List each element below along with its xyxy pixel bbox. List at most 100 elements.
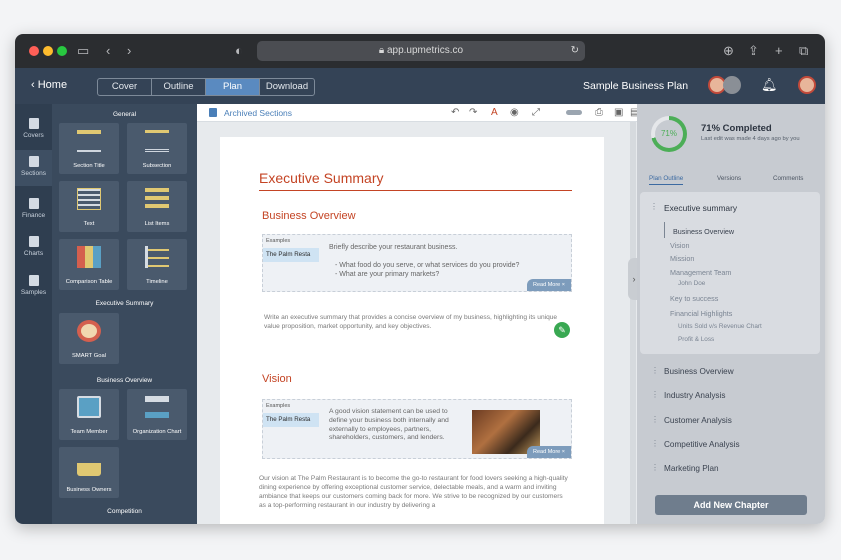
drag-handle-icon[interactable]: ⋮ bbox=[650, 202, 658, 211]
example-prompt: A good vision statement can be used to d… bbox=[329, 408, 449, 442]
outline-item[interactable]: Financial Highlights bbox=[670, 309, 732, 318]
example-name[interactable]: The Palm Resta bbox=[263, 413, 319, 427]
save-icon[interactable]: ▣ bbox=[614, 104, 623, 122]
outline-item[interactable]: Mission bbox=[670, 254, 694, 263]
chapter-marketing-plan[interactable]: Marketing Plan bbox=[664, 464, 719, 473]
tile-subsection[interactable]: Subsection bbox=[127, 123, 187, 174]
tab-download[interactable]: Download bbox=[260, 79, 314, 95]
tile-label: List Items bbox=[144, 221, 170, 227]
tab-versions[interactable]: Versions bbox=[717, 175, 741, 182]
chapter-industry-analysis[interactable]: Industry Analysis bbox=[664, 391, 725, 400]
drag-handle-icon[interactable]: ⋮ bbox=[651, 463, 659, 472]
back-icon[interactable]: ‹ bbox=[106, 42, 110, 60]
read-more-button[interactable]: Read More × bbox=[527, 279, 571, 291]
redo-icon[interactable]: ↷ bbox=[469, 104, 477, 122]
maximize-window-button[interactable] bbox=[57, 46, 67, 56]
example-bullet: - What are your primary markets? bbox=[335, 271, 440, 278]
address-bar[interactable]: 🔒︎ app.upmetrics.co ↻ bbox=[257, 41, 585, 61]
tile-text[interactable]: Text bbox=[59, 181, 119, 232]
add-collaborator-icon[interactable] bbox=[723, 76, 741, 94]
rail-item-charts[interactable]: Charts bbox=[15, 232, 52, 264]
tab-outline[interactable]: Outline bbox=[152, 79, 206, 95]
outline-chapter-title[interactable]: Executive summary bbox=[664, 203, 737, 213]
print-icon[interactable]: ⎙ bbox=[595, 104, 603, 122]
download-icon[interactable]: ⊕ bbox=[723, 42, 734, 60]
tile-timeline[interactable]: Timeline bbox=[127, 239, 187, 290]
ai-assist-icon[interactable]: ✎ bbox=[554, 322, 570, 338]
subsection-heading-vision[interactable]: Vision bbox=[262, 373, 292, 385]
fullscreen-icon[interactable]: ⤢ bbox=[532, 104, 540, 122]
rail-item-samples[interactable]: Samples bbox=[15, 271, 52, 303]
reload-icon[interactable]: ↻ bbox=[571, 41, 579, 61]
outline-subitem[interactable]: Profit & Loss bbox=[678, 336, 714, 343]
tab-plan-outline[interactable]: Plan Outline bbox=[649, 175, 684, 185]
left-rail: Covers Sections Finance Charts Samples bbox=[15, 104, 52, 524]
tab-plan[interactable]: Plan bbox=[206, 79, 260, 95]
palette-group-general: General bbox=[112, 111, 137, 118]
tile-list-items[interactable]: List Items bbox=[127, 181, 187, 232]
overview-body-text[interactable]: Write an executive summary that provides… bbox=[264, 313, 564, 331]
outline-item[interactable]: Management Team bbox=[670, 268, 731, 277]
archive-icon bbox=[209, 108, 217, 117]
tile-section-title[interactable]: Section Title bbox=[59, 123, 119, 174]
text-icon bbox=[77, 188, 101, 210]
outline-item[interactable]: Vision bbox=[670, 241, 689, 250]
rail-item-covers[interactable]: Covers bbox=[15, 114, 52, 146]
text-color-icon[interactable]: A bbox=[491, 104, 498, 122]
rail-label: Charts bbox=[23, 250, 44, 257]
minimize-window-button[interactable] bbox=[43, 46, 53, 56]
rail-label: Covers bbox=[23, 132, 44, 139]
target-icon bbox=[77, 320, 101, 342]
chapter-customer-analysis[interactable]: Customer Analysis bbox=[664, 416, 732, 425]
drag-handle-icon[interactable]: ⋮ bbox=[651, 439, 659, 448]
rail-item-finance[interactable]: Finance bbox=[15, 194, 52, 226]
drag-handle-icon[interactable]: ⋮ bbox=[651, 415, 659, 424]
vision-body-text[interactable]: Our vision at The Palm Restaurant is to … bbox=[259, 474, 571, 516]
read-more-button[interactable]: Read More × bbox=[527, 446, 571, 458]
outline-item[interactable]: Business Overview bbox=[673, 227, 734, 236]
add-new-chapter-button[interactable]: Add New Chapter bbox=[655, 495, 807, 515]
chapter-business-overview[interactable]: Business Overview bbox=[664, 367, 734, 376]
archived-sections-link[interactable]: Archived Sections bbox=[224, 108, 292, 118]
shield-icon[interactable]: ◐ bbox=[235, 42, 243, 60]
document-scrollbar[interactable] bbox=[630, 122, 636, 524]
new-tab-icon[interactable]: + bbox=[775, 42, 783, 60]
example-name[interactable]: The Palm Resta bbox=[263, 248, 319, 262]
outline-subitem[interactable]: Units Sold v/s Revenue Chart bbox=[678, 323, 762, 330]
chapter-competitive-analysis[interactable]: Competitive Analysis bbox=[664, 440, 740, 449]
tile-label: Business Owners bbox=[66, 487, 112, 493]
share-icon[interactable]: ⇪ bbox=[748, 42, 759, 60]
drag-handle-icon[interactable]: ⋮ bbox=[651, 390, 659, 399]
tile-label: SMART Goal bbox=[72, 353, 106, 359]
rail-item-sections[interactable]: Sections bbox=[15, 150, 52, 186]
undo-icon[interactable]: ↶ bbox=[451, 104, 459, 122]
tile-smart-goal[interactable]: SMART Goal bbox=[59, 313, 119, 364]
document-toolbar: Archived Sections ↶ ↷ A ◉ ⤢ ⎙ ▣ ▤ bbox=[197, 104, 639, 122]
tile-business-owners[interactable]: Business Owners bbox=[59, 447, 119, 498]
view-toggle[interactable] bbox=[566, 110, 582, 115]
tile-comparison-table[interactable]: Comparison Table bbox=[59, 239, 119, 290]
browser-window: ▭ ‹ › ◐ 🔒︎ app.upmetrics.co ↻ ⊕ ⇪ + ⧉ ‹ H… bbox=[15, 34, 825, 524]
tab-cover[interactable]: Cover bbox=[98, 79, 152, 95]
home-link[interactable]: ‹ Home bbox=[31, 79, 67, 91]
sidebar-toggle-icon[interactable]: ▭ bbox=[77, 42, 89, 60]
user-avatar[interactable] bbox=[798, 76, 816, 94]
progress-ring: 71% bbox=[651, 116, 687, 152]
drag-handle-icon[interactable]: ⋮ bbox=[651, 366, 659, 375]
forward-icon[interactable]: › bbox=[127, 42, 131, 60]
notification-bell-icon[interactable]: 🔔︎ bbox=[761, 76, 778, 94]
outline-subitem[interactable]: John Doe bbox=[678, 280, 705, 287]
close-window-button[interactable] bbox=[29, 46, 39, 56]
tile-label: Subsection bbox=[142, 163, 172, 169]
tile-team-member[interactable]: Team Member bbox=[59, 389, 119, 440]
outline-item[interactable]: Key to success bbox=[670, 294, 718, 303]
tab-comments[interactable]: Comments bbox=[773, 175, 803, 182]
preview-eye-icon[interactable]: ◉ bbox=[510, 104, 519, 122]
tabs-overview-icon[interactable]: ⧉ bbox=[799, 42, 808, 60]
app-header: ‹ Home Cover Outline Plan Download Sampl… bbox=[15, 68, 825, 104]
last-edit-text: Last edit was made 4 days ago by you bbox=[701, 136, 800, 142]
tile-organization-chart[interactable]: Organization Chart bbox=[127, 389, 187, 440]
subsection-heading-business-overview[interactable]: Business Overview bbox=[262, 210, 356, 222]
section-title[interactable]: Executive Summary bbox=[259, 170, 383, 186]
tile-label: Organization Chart bbox=[132, 429, 182, 435]
